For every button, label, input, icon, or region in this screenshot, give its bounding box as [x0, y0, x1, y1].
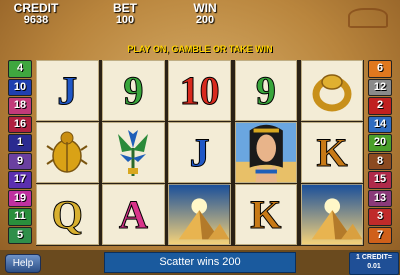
symbol-label: 9: [255, 68, 276, 114]
credit-label: CREDIT: [13, 1, 59, 15]
bet-label: BET: [113, 1, 137, 15]
symbol-a: A: [102, 184, 165, 245]
reel-3: 10 J: [168, 60, 231, 246]
win-label: WIN: [193, 1, 217, 15]
line-button-12[interactable]: 12: [368, 78, 392, 96]
scarab-symbol: [36, 122, 99, 183]
line-button-7[interactable]: 7: [368, 226, 392, 244]
line-button-15[interactable]: 15: [368, 171, 392, 189]
line-button-3[interactable]: 3: [368, 208, 392, 226]
line-button-9[interactable]: 9: [8, 152, 32, 170]
line-button-6[interactable]: 6: [368, 60, 392, 78]
line-button-16[interactable]: 16: [8, 115, 32, 133]
ring-symbol: [300, 60, 364, 121]
pyramid-symbol: [300, 184, 364, 245]
reel-4: 9K: [234, 60, 298, 246]
line-button-5[interactable]: 5: [8, 226, 32, 244]
line-button-14[interactable]: 14: [368, 115, 392, 133]
line-button-1[interactable]: 1: [8, 134, 32, 152]
line-button-8[interactable]: 8: [368, 152, 392, 170]
symbol-label: K: [316, 130, 348, 176]
pyramid-symbol: [168, 184, 231, 245]
credit-meter: CREDIT 9638: [6, 2, 66, 26]
symbol-9: 9: [102, 60, 165, 121]
line-button-19[interactable]: 19: [8, 189, 32, 207]
symbol-j: J: [36, 60, 99, 121]
line-button-13[interactable]: 13: [368, 189, 392, 207]
credit-value: 9638: [23, 14, 49, 26]
game-message: PLAY ON, GAMBLE OR TAKE WIN: [127, 44, 273, 54]
line-button-17[interactable]: 17: [8, 171, 32, 189]
lotus-symbol: [102, 122, 165, 183]
cleopatra-symbol: [234, 122, 298, 183]
symbol-label: Q: [51, 192, 83, 238]
bet-value: 100: [115, 14, 135, 26]
left-line-buttons: 4 10 18 16 1 9 17 19 11 5: [8, 60, 32, 245]
reel-2: 9A: [102, 60, 165, 246]
line-button-4[interactable]: 4: [8, 60, 32, 78]
symbol-k: K: [234, 184, 298, 245]
symbol-k: K: [300, 122, 364, 183]
help-button[interactable]: Help: [5, 254, 41, 273]
symbol-label: K: [250, 192, 282, 238]
reel-5: K: [300, 60, 364, 246]
denomination-button[interactable]: 1 CREDIT= 0.01: [349, 252, 399, 275]
bet-meter: BET 100: [100, 2, 150, 26]
symbol-label: 10: [179, 68, 220, 114]
reel-area: J Q 9 A 10 J 9 K K: [36, 60, 364, 246]
line-button-10[interactable]: 10: [8, 78, 32, 96]
symbol-9: 9: [234, 60, 298, 121]
symbol-10: 10: [168, 60, 231, 121]
status-message: Scatter wins 200: [104, 252, 296, 273]
symbol-label: 9: [123, 68, 144, 114]
symbol-label: J: [189, 130, 210, 176]
symbol-q: Q: [36, 184, 99, 245]
symbol-label: J: [57, 68, 78, 114]
denomination-line1: 1 CREDIT=: [356, 254, 392, 261]
line-button-11[interactable]: 11: [8, 208, 32, 226]
line-button-18[interactable]: 18: [8, 97, 32, 115]
denomination-line2: 0.01: [367, 263, 381, 270]
symbol-label: A: [118, 192, 148, 238]
symbol-j: J: [168, 122, 231, 183]
slot-game: CREDIT 9638 BET 100 WIN 200 PLAY ON, GAM…: [0, 0, 400, 275]
scarab-emblem: [348, 8, 388, 28]
win-meter: WIN 200: [180, 2, 230, 26]
reel-1: JQ: [36, 60, 99, 246]
line-button-2[interactable]: 2: [368, 97, 392, 115]
win-value: 200: [195, 14, 215, 26]
right-line-buttons: 6 12 2 14 20 8 15 13 3 7: [368, 60, 392, 245]
line-button-20[interactable]: 20: [368, 134, 392, 152]
